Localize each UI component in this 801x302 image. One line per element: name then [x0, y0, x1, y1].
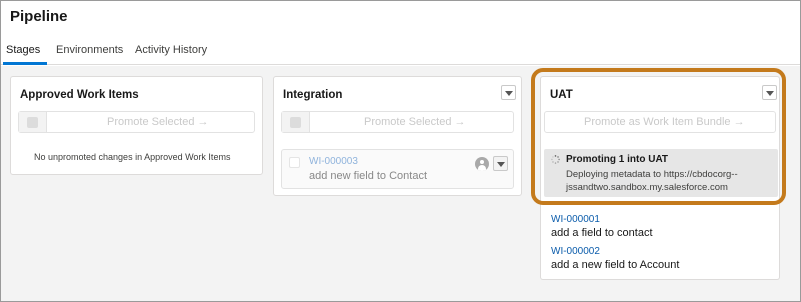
chevron-down-icon[interactable] — [493, 156, 508, 171]
chevron-down-icon[interactable] — [762, 85, 777, 100]
pipeline-window: Pipeline Stages Environments Activity Hi… — [0, 0, 801, 302]
user-avatar-icon — [475, 157, 489, 171]
tab-stages[interactable]: Stages — [6, 44, 40, 56]
status-detail-line2: jssandtwo.sandbox.my.salesforce.com — [566, 182, 728, 193]
column-title: UAT — [550, 89, 573, 101]
tab-bar: Stages Environments Activity History — [1, 37, 800, 65]
work-item-card[interactable]: WI-000003 add new field to Contact — [281, 149, 514, 189]
promote-selected-button[interactable]: Promote Selected → — [18, 111, 255, 133]
column-approved-work-items: Approved Work Items Promote Selected → N… — [10, 76, 263, 175]
column-uat: UAT Promote as Work Item Bundle → Promot… — [540, 76, 780, 206]
promotion-status-panel: Promoting 1 into UAT Deploying metadata … — [544, 149, 778, 197]
uat-work-items-list: WI-000001 add a field to contact WI-0000… — [540, 206, 780, 280]
status-title: Promoting 1 into UAT — [566, 154, 669, 165]
spinner-icon — [551, 155, 560, 164]
work-item-description: add a new field to Account — [551, 259, 680, 271]
work-item-checkbox[interactable] — [289, 157, 300, 168]
promote-label: Promote Selected → — [364, 116, 466, 128]
select-all-checkbox[interactable] — [19, 112, 47, 132]
work-item-id[interactable]: WI-000002 — [551, 246, 600, 257]
promote-label: Promote as Work Item Bundle → — [584, 116, 745, 128]
work-item-id[interactable]: WI-000003 — [309, 156, 358, 167]
column-integration: Integration Promote Selected → WI-000003… — [273, 76, 522, 196]
active-tab-indicator — [3, 62, 47, 65]
promote-label: Promote Selected → — [107, 116, 209, 128]
page-title: Pipeline — [10, 8, 68, 25]
tab-activity-history[interactable]: Activity History — [135, 44, 207, 56]
work-item-description: add a field to contact — [551, 227, 653, 239]
work-item-id[interactable]: WI-000001 — [551, 214, 600, 225]
column-title: Approved Work Items — [20, 89, 139, 101]
column-title: Integration — [283, 89, 343, 101]
select-all-checkbox[interactable] — [282, 112, 310, 132]
tab-environments[interactable]: Environments — [56, 44, 123, 56]
promote-as-bundle-button[interactable]: Promote as Work Item Bundle → — [544, 111, 776, 133]
empty-message: No unpromoted changes in Approved Work I… — [34, 152, 231, 162]
status-detail-line1: Deploying metadata to https://cbdocorg-- — [566, 169, 738, 180]
chevron-down-icon[interactable] — [501, 85, 516, 100]
promote-selected-button[interactable]: Promote Selected → — [281, 111, 514, 133]
work-item-description: add new field to Contact — [309, 170, 428, 182]
